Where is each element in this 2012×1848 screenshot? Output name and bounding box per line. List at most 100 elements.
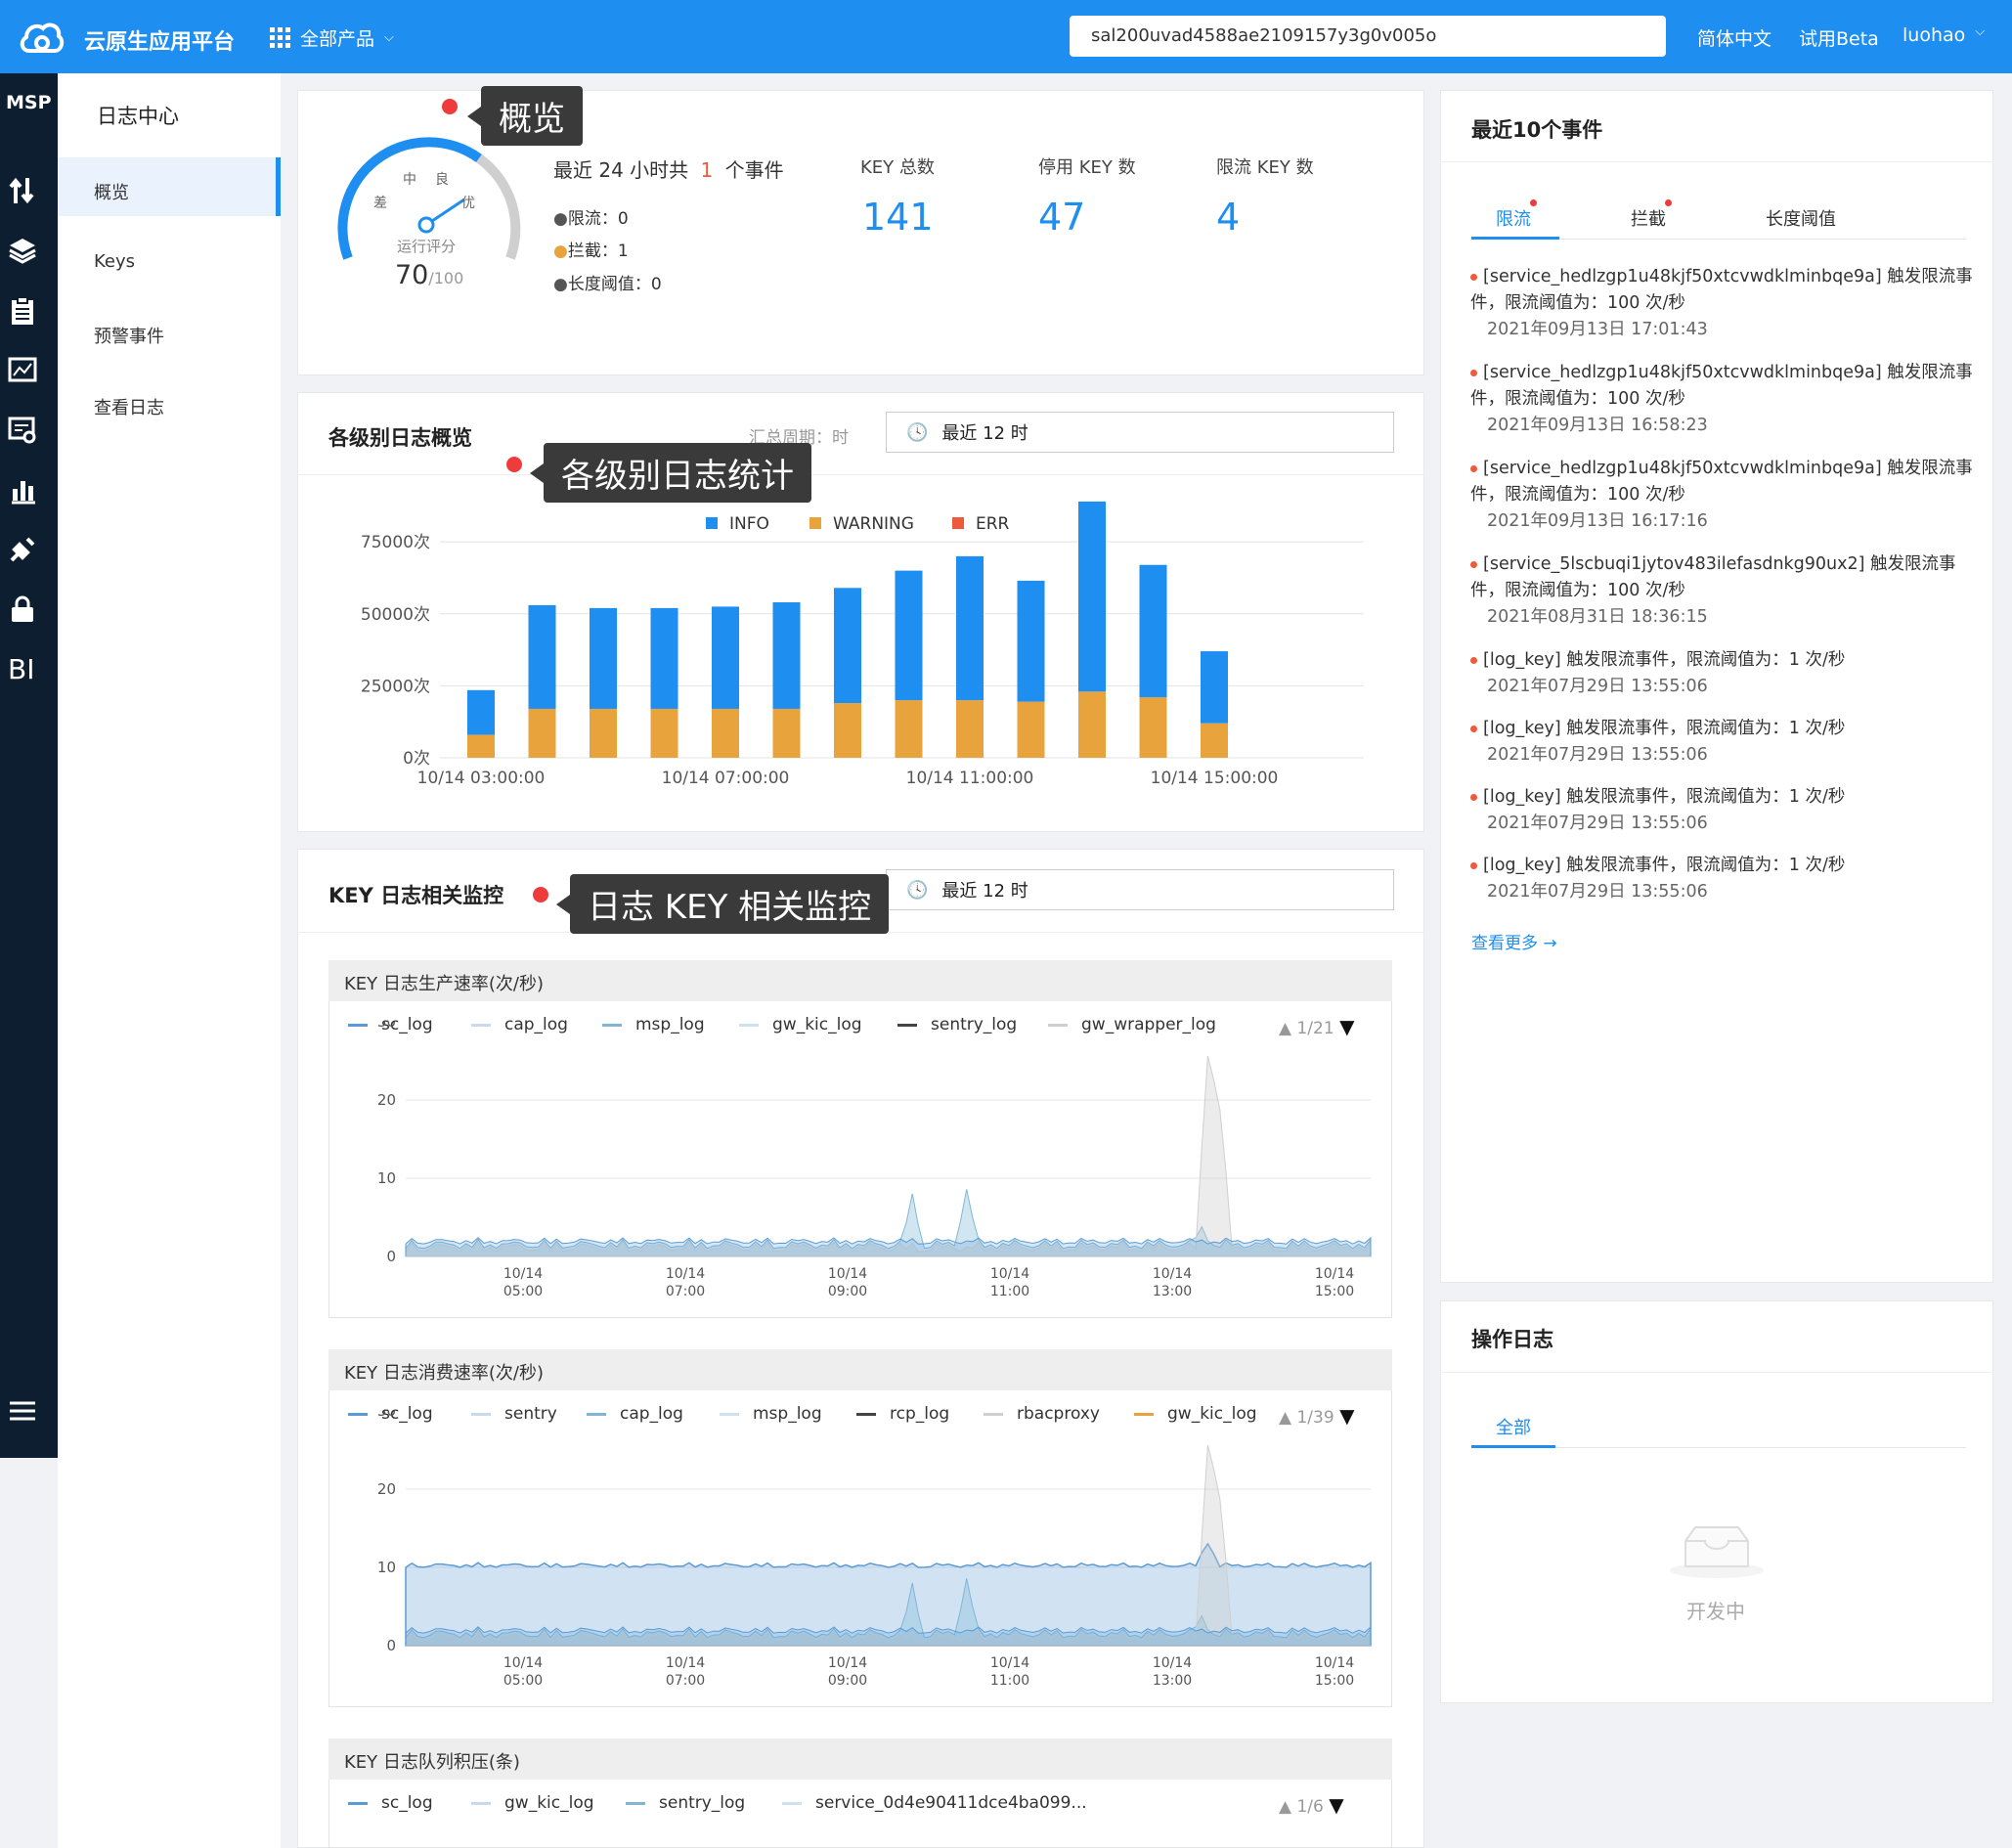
event-text: [log_key] 触发限流事件，限流阈值为：1 次/秒 <box>1470 647 1979 674</box>
rail-msp-label[interactable]: MSP <box>6 92 52 113</box>
sidebar-item-alert-events[interactable]: 预警事件 <box>58 301 281 360</box>
bar-warning <box>956 700 984 758</box>
ratelimit-key-value: 4 <box>1216 196 1241 239</box>
search-input[interactable]: sal200uvad4588ae2109157y3g0v005o <box>1070 16 1666 57</box>
tab-badge-dot <box>1665 199 1672 206</box>
lock-icon[interactable] <box>8 594 37 624</box>
log-search-icon[interactable] <box>8 416 37 445</box>
levels-divider <box>297 474 1424 475</box>
legend-label: service_0d4e90411dce4ba099... <box>815 1793 1087 1813</box>
legend-item[interactable]: sentry_log <box>626 1793 745 1813</box>
gauge-label-poor: 差 <box>373 196 387 211</box>
stat-line-length: ●长度阈值：0 <box>553 275 662 294</box>
event-dot-icon <box>1470 464 1477 472</box>
x-tick-time: 09:00 <box>828 1284 867 1299</box>
x-tick-date: 10/14 <box>666 1266 705 1282</box>
x-tick-label: 10/14 03:00:00 <box>417 769 546 788</box>
bar-info <box>650 607 678 709</box>
bar-info <box>1139 564 1167 698</box>
sidebar-item-overview[interactable]: 概览 <box>58 157 281 216</box>
pager-up-icon[interactable]: ▲ <box>1279 1797 1291 1817</box>
bar-info <box>467 689 495 735</box>
pager-down-icon[interactable]: ▼ <box>1329 1793 1343 1817</box>
monitor-icon[interactable] <box>8 356 37 385</box>
x-tick-time: 13:00 <box>1153 1673 1192 1689</box>
sidebar-item-view-logs[interactable]: 查看日志 <box>58 373 281 431</box>
brand-name[interactable]: 云原生应用平台 <box>84 24 235 56</box>
event-text: [service_hedlzgp1u48kjf50xtcvwdklminbqe9… <box>1470 360 1979 413</box>
keymon-tooltip: 日志 KEY 相关监控 <box>555 874 890 934</box>
tab-ratelimit[interactable]: 限流 <box>1496 205 1531 231</box>
legend-item[interactable]: gw_kic_log <box>471 1793 594 1813</box>
event-item[interactable]: [service_hedlzgp1u48kjf50xtcvwdklminbqe9… <box>1470 360 1979 439</box>
user-menu[interactable]: luohao ⌵ <box>1903 24 1985 46</box>
event-item[interactable]: [log_key] 触发限流事件，限流阈值为：1 次/秒 2021年07月29日 … <box>1470 647 1979 700</box>
x-tick-time: 15:00 <box>1315 1284 1354 1299</box>
legend-swatch <box>348 1801 368 1805</box>
event-item[interactable]: [log_key] 触发限流事件，限流阈值为：1 次/秒 2021年07月29日 … <box>1470 784 1979 837</box>
series-msp-log <box>405 1236 1372 1257</box>
event-time: 2021年07月29日 13:55:06 <box>1487 882 1708 902</box>
event-time: 2021年09月13日 16:58:23 <box>1487 416 1708 435</box>
event-item[interactable]: [service_hedlzgp1u48kjf50xtcvwdklminbqe9… <box>1470 264 1979 343</box>
bar-chart-icon[interactable] <box>8 475 37 505</box>
bar-info <box>712 606 739 709</box>
apps-grid-icon <box>270 27 290 48</box>
event-item[interactable]: [service_5lscbuqi1jytov483ilefasdnkg90ux… <box>1470 551 1979 631</box>
cloud-logo-icon[interactable] <box>18 16 65 59</box>
transfer-icon[interactable] <box>8 176 37 205</box>
gauge-caption: 运行评分 <box>397 238 456 255</box>
legend-swatch <box>952 517 964 529</box>
legend-pager[interactable]: ▲ 1/6 ▼ <box>1279 1793 1344 1817</box>
recent-events-title: 最近10个事件 <box>1471 118 1603 142</box>
legend-label: WARNING <box>833 514 914 534</box>
beta-link[interactable]: 试用Beta <box>1799 24 1879 51</box>
tab-block[interactable]: 拦截 <box>1631 205 1666 231</box>
x-tick-date: 10/14 <box>666 1655 705 1671</box>
layers-icon[interactable] <box>8 236 37 265</box>
event-message: [log_key] 触发限流事件，限流阈值为：1 次/秒 <box>1483 650 1846 670</box>
events-count: 1 <box>700 158 714 182</box>
clipboard-icon[interactable] <box>8 296 37 326</box>
view-more-link[interactable]: 查看更多 → <box>1471 929 1557 953</box>
y-tick-label: 0 <box>386 1637 396 1654</box>
bar-info <box>1201 651 1228 724</box>
language-switch[interactable]: 简体中文 <box>1697 24 1771 51</box>
plugin-icon[interactable] <box>8 535 37 564</box>
pager-value: 1/6 <box>1296 1797 1324 1817</box>
event-item[interactable]: [log_key] 触发限流事件，限流阈值为：1 次/秒 2021年07月29日 … <box>1470 853 1979 905</box>
x-tick-time: 09:00 <box>828 1673 867 1689</box>
legend-label: sc_log <box>381 1793 433 1813</box>
stat-line-block: ●拦截：1 <box>553 242 629 261</box>
sidebar-item-keys[interactable]: Keys <box>58 230 281 288</box>
y-tick-label: 10 <box>377 1169 396 1187</box>
event-time: 2021年07月29日 13:55:06 <box>1487 677 1708 696</box>
tooltip-marker <box>442 99 458 114</box>
events-divider <box>1440 161 1993 162</box>
event-message: [service_hedlzgp1u48kjf50xtcvwdklminbqe9… <box>1470 459 1973 505</box>
event-time: 2021年09月13日 17:01:43 <box>1487 320 1708 339</box>
all-products-label: 全部产品 <box>300 28 375 50</box>
event-item[interactable]: [service_hedlzgp1u48kjf50xtcvwdklminbqe9… <box>1470 456 1979 535</box>
bar-warning <box>712 708 739 758</box>
tooltip-marker <box>533 887 548 902</box>
bar-info <box>834 588 861 704</box>
menu-icon[interactable] <box>8 1396 37 1426</box>
bar-info <box>590 607 617 709</box>
legend-item[interactable]: service_0d4e90411dce4ba099... <box>782 1793 1087 1813</box>
legend-item[interactable]: sc_log <box>348 1793 433 1813</box>
all-products-menu[interactable]: 全部产品 ⌵ <box>270 24 394 51</box>
keymon-range-select[interactable]: 🕓 最近 12 时 <box>886 869 1394 910</box>
x-tick-date: 10/14 <box>1315 1655 1354 1671</box>
event-item[interactable]: [log_key] 触发限流事件，限流阈值为：1 次/秒 2021年07月29日 … <box>1470 716 1979 769</box>
tab-length-threshold[interactable]: 长度阈值 <box>1766 205 1836 231</box>
event-time: 2021年07月29日 13:55:06 <box>1487 745 1708 765</box>
tab-all[interactable]: 全部 <box>1496 1414 1531 1439</box>
event-time: 2021年09月13日 16:17:16 <box>1487 511 1708 531</box>
x-tick-label: 10/14 07:00:00 <box>662 769 790 788</box>
bi-icon[interactable]: BI <box>8 653 34 685</box>
event-dot-icon <box>1470 369 1477 376</box>
operation-log-title: 操作日志 <box>1471 1328 1553 1351</box>
key-monitor-title: KEY 日志相关监控 <box>328 884 504 907</box>
levels-range-select[interactable]: 🕓 最近 12 时 <box>886 412 1394 453</box>
